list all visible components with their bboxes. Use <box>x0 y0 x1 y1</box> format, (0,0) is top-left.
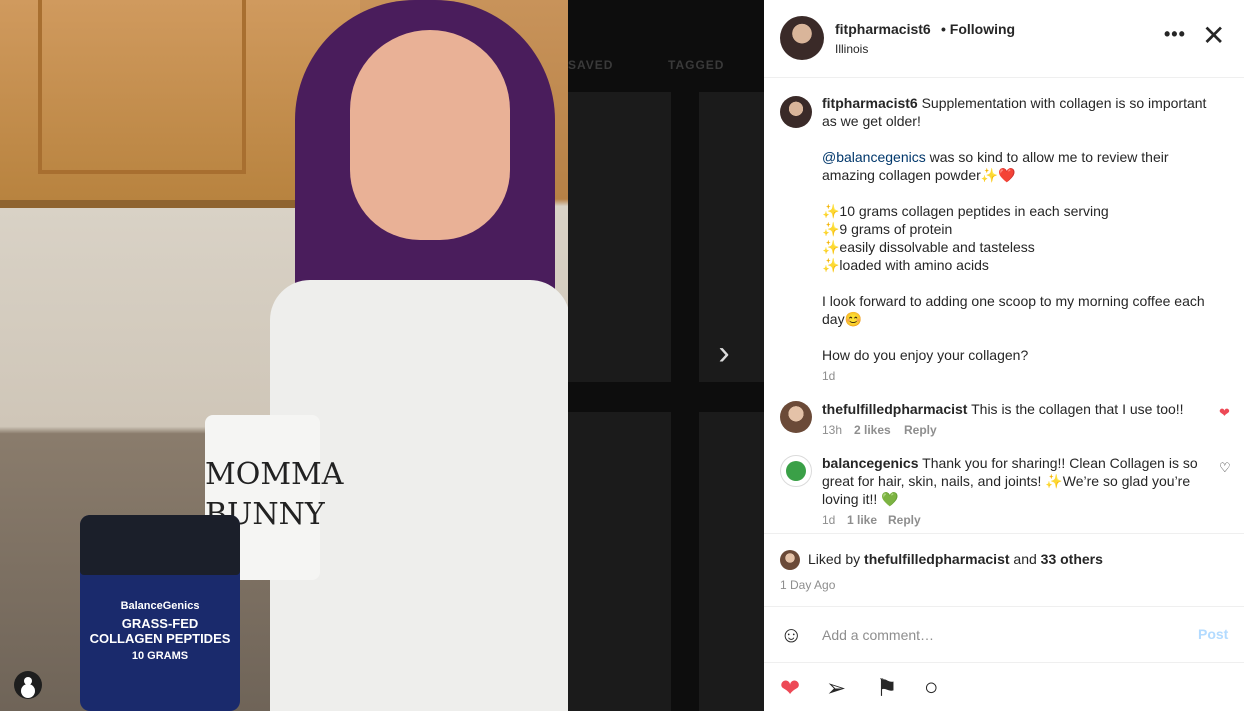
comment-text: thefulfilledpharmacist This is the colla… <box>822 400 1212 418</box>
add-comment-bar: ☺ Post <box>764 606 1244 663</box>
location-link[interactable]: Illinois <box>835 42 868 56</box>
comment-like-heart-outline-icon[interactable]: ♡ <box>1219 460 1231 476</box>
comment-icon[interactable]: ○ <box>924 674 939 702</box>
comment-time: 1d <box>822 513 836 527</box>
tab-tagged: TAGGED <box>668 58 725 72</box>
liker-avatar <box>780 550 800 570</box>
post-date: 1 Day Ago <box>780 578 836 592</box>
person-face <box>350 30 510 240</box>
product-sub: 10 GRAMS <box>131 650 189 662</box>
post-side-panel: fitpharmacist6 • Following Illinois ••• … <box>764 0 1244 711</box>
grid-tile <box>568 412 671 711</box>
liked-by-text: Liked by thefulfilledpharmacist and 33 o… <box>808 551 1103 567</box>
following-status[interactable]: • Following <box>941 21 1015 37</box>
caption-line: I look forward to adding one scoop to my… <box>822 293 1209 327</box>
caption-time: 1d <box>822 369 836 383</box>
caption-bullets: ✨10 grams collagen peptides in each serv… <box>822 203 1109 273</box>
grid-tile <box>568 92 671 382</box>
comment-text: balancegenics Thank you for sharing!! Cl… <box>822 454 1212 508</box>
post-button[interactable]: Post <box>1198 626 1228 642</box>
grid-tile <box>699 412 764 711</box>
post-photo[interactable]: MOMMA BUNNY BalanceGenics GRASS-FED COLL… <box>0 0 568 711</box>
emoji-icon[interactable]: ☺ <box>780 622 802 648</box>
bookmark-icon[interactable]: ⚑ <box>876 674 898 703</box>
comment-likes[interactable]: 1 like <box>847 513 877 527</box>
liked-by-user[interactable]: thefulfilledpharmacist <box>864 551 1009 567</box>
collagen-product: BalanceGenics GRASS-FED COLLAGEN PEPTIDE… <box>80 515 240 711</box>
comment-avatar[interactable] <box>780 455 812 487</box>
product-name: GRASS-FED COLLAGEN PEPTIDES <box>89 616 231 646</box>
product-lid <box>80 515 240 575</box>
avatar[interactable] <box>780 16 824 60</box>
likes-section: Liked by thefulfilledpharmacist and 33 o… <box>764 533 1244 607</box>
comment-time: 13h <box>822 423 843 437</box>
caption-text: fitpharmacist6 Supplementation with coll… <box>822 94 1212 364</box>
tagged-user-icon[interactable] <box>14 671 42 699</box>
cabinet-door <box>38 0 246 174</box>
header-username[interactable]: fitpharmacist6 <box>835 21 931 37</box>
reply-button[interactable]: Reply <box>904 423 937 437</box>
next-post-chevron-icon[interactable]: › <box>708 336 740 370</box>
like-heart-icon[interactable]: ❤ <box>780 674 800 703</box>
liked-by-others[interactable]: 33 others <box>1041 551 1103 567</box>
comment-like-heart-icon[interactable]: ❤ <box>1219 405 1230 421</box>
mention-link[interactable]: @balancegenics <box>822 149 926 165</box>
comment-username[interactable]: balancegenics <box>822 455 919 471</box>
reply-button[interactable]: Reply <box>888 513 921 527</box>
product-brand: BalanceGenics <box>120 600 200 612</box>
tab-saved: SAVED <box>568 58 614 72</box>
caption-line: How do you enjoy your collagen? <box>822 347 1029 363</box>
post-header: fitpharmacist6 • Following Illinois ••• … <box>764 0 1244 78</box>
caption-avatar[interactable] <box>780 96 812 128</box>
close-icon[interactable]: ✕ <box>1202 22 1225 50</box>
comment-input[interactable] <box>820 624 1184 646</box>
comment-username[interactable]: thefulfilledpharmacist <box>822 401 967 417</box>
share-icon[interactable]: ➢ <box>826 674 846 703</box>
comment-likes[interactable]: 2 likes <box>854 423 891 437</box>
more-icon[interactable]: ••• <box>1164 24 1186 45</box>
liked-by-prefix: Liked by <box>808 551 865 567</box>
caption-username[interactable]: fitpharmacist6 <box>822 95 918 111</box>
comment-body: This is the collagen that I use too!! <box>967 401 1184 417</box>
liked-by-and: and <box>1009 551 1041 567</box>
comment-avatar[interactable] <box>780 401 812 433</box>
